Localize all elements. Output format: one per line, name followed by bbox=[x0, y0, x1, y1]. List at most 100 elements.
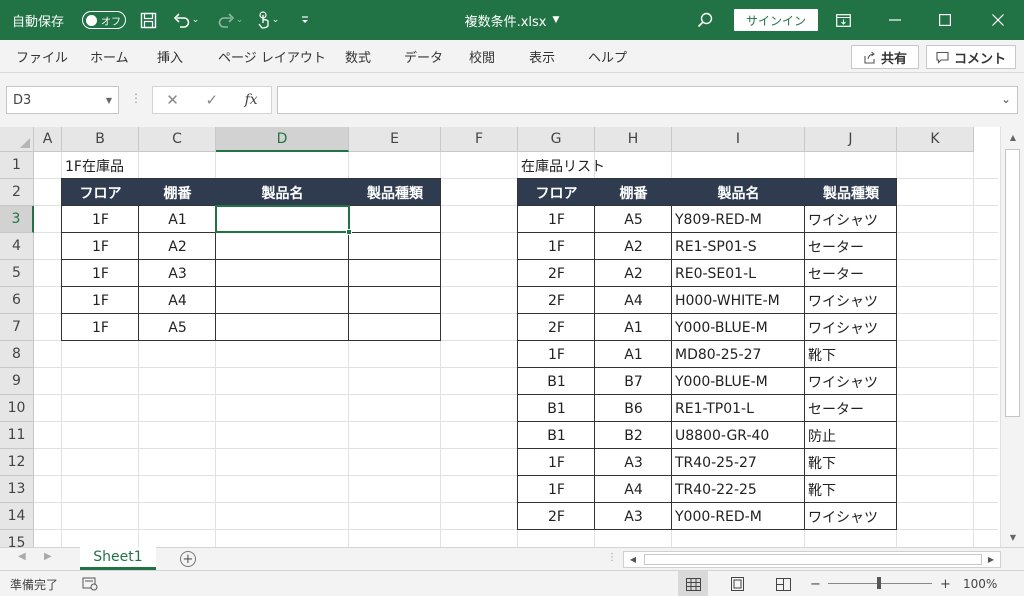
right-table-data-cell[interactable]: 2F bbox=[518, 503, 595, 530]
right-table-data-cell[interactable]: Y000-BLUE-M bbox=[672, 314, 805, 341]
right-table-data-cell[interactable]: 靴下 bbox=[805, 476, 897, 503]
select-all-corner[interactable] bbox=[0, 127, 34, 152]
right-table-header-cell[interactable]: 製品種類 bbox=[805, 179, 897, 206]
left-table-data-cell[interactable]: 1F bbox=[62, 287, 139, 314]
left-table-data-cell[interactable]: A3 bbox=[139, 260, 216, 287]
row-header-11[interactable]: 11 bbox=[0, 422, 34, 449]
right-table-data-cell[interactable]: ワイシャツ bbox=[805, 287, 897, 314]
row-header-2[interactable]: 2 bbox=[0, 179, 34, 206]
right-table-data-cell[interactable]: 靴下 bbox=[805, 341, 897, 368]
column-header-k[interactable]: K bbox=[897, 127, 974, 152]
left-table-header-cell[interactable]: 製品名 bbox=[216, 179, 349, 206]
tab-file[interactable]: ファイル bbox=[16, 40, 68, 73]
column-header-f[interactable]: F bbox=[441, 127, 518, 152]
zoom-slider-thumb[interactable] bbox=[877, 577, 881, 589]
right-table-data-cell[interactable]: A2 bbox=[595, 260, 672, 287]
row-header-3[interactable]: 3 bbox=[0, 206, 34, 233]
formula-bar-splitter-icon[interactable]: ⋮ bbox=[130, 91, 142, 105]
left-table-data-cell[interactable]: 1F bbox=[62, 233, 139, 260]
tab-home[interactable]: ホーム bbox=[90, 40, 129, 73]
redo-icon[interactable]: ⌄ bbox=[210, 0, 250, 40]
horizontal-scroll-thumb[interactable] bbox=[644, 554, 982, 565]
comment-button[interactable]: コメント bbox=[926, 45, 1016, 69]
normal-view-icon[interactable] bbox=[678, 571, 708, 596]
right-table-data-cell[interactable]: セーター bbox=[805, 233, 897, 260]
horizontal-scrollbar[interactable]: ◀ ▶ bbox=[623, 551, 1001, 568]
right-table-data-cell[interactable]: ワイシャツ bbox=[805, 206, 897, 233]
maximize-icon[interactable] bbox=[922, 0, 968, 40]
right-table-data-cell[interactable]: Y000-RED-M bbox=[672, 503, 805, 530]
right-table-data-cell[interactable]: B6 bbox=[595, 395, 672, 422]
zoom-out-icon[interactable]: − bbox=[810, 571, 821, 596]
right-table-data-cell[interactable]: 2F bbox=[518, 314, 595, 341]
right-table-header-cell[interactable]: フロア bbox=[518, 179, 595, 206]
right-table-header-cell[interactable]: 棚番 bbox=[595, 179, 672, 206]
right-table-data-cell[interactable]: TR40-22-25 bbox=[672, 476, 805, 503]
left-table-data-cell[interactable]: 1F bbox=[62, 314, 139, 341]
tab-formulas[interactable]: 数式 bbox=[345, 40, 371, 73]
scroll-left-icon[interactable]: ◀ bbox=[625, 552, 641, 567]
vertical-scrollbar[interactable]: ▲ ▼ bbox=[1000, 127, 1024, 547]
right-table-data-cell[interactable]: A1 bbox=[595, 341, 672, 368]
document-title-text[interactable]: 複数条件.xlsx bbox=[465, 11, 547, 30]
add-sheet-icon[interactable]: + bbox=[180, 551, 196, 567]
undo-icon[interactable]: ⌄ bbox=[166, 0, 206, 40]
right-table-data-cell[interactable]: MD80-25-27 bbox=[672, 341, 805, 368]
right-table-data-cell[interactable]: セーター bbox=[805, 395, 897, 422]
left-table-data-cell[interactable]: A4 bbox=[139, 287, 216, 314]
right-table-data-cell[interactable]: 1F bbox=[518, 233, 595, 260]
row-header-15[interactable]: 15 bbox=[0, 530, 34, 547]
right-table-data-cell[interactable]: 1F bbox=[518, 449, 595, 476]
right-table-data-cell[interactable]: RE0-SE01-L bbox=[672, 260, 805, 287]
cell-area[interactable]: 1F在庫品 フロア 棚番 製品名 製品種類 1F A1 1F A2 1F A3 1F A4 1F A5 在庫品… bbox=[34, 152, 998, 547]
ribbon-display-options-icon[interactable] bbox=[820, 0, 866, 40]
right-table-data-cell[interactable]: B1 bbox=[518, 422, 595, 449]
right-table-data-cell[interactable]: 2F bbox=[518, 287, 595, 314]
right-table-data-cell[interactable]: B7 bbox=[595, 368, 672, 395]
right-table-data-cell[interactable]: H000-WHITE-M bbox=[672, 287, 805, 314]
right-table-data-cell[interactable]: U8800-GR-40 bbox=[672, 422, 805, 449]
scroll-right-icon[interactable]: ▶ bbox=[983, 552, 999, 567]
row-header-5[interactable]: 5 bbox=[0, 260, 34, 287]
expand-formula-icon[interactable]: ⌄ bbox=[1001, 92, 1011, 106]
left-table-data-cell[interactable]: 1F bbox=[62, 260, 139, 287]
column-header-b[interactable]: B bbox=[62, 127, 139, 152]
column-header-d[interactable]: D bbox=[216, 127, 349, 152]
left-table-data-cell[interactable]: A2 bbox=[139, 233, 216, 260]
right-table-data-cell[interactable]: A1 bbox=[595, 314, 672, 341]
right-table-data-cell[interactable]: Y000-BLUE-M bbox=[672, 368, 805, 395]
left-table-header-cell[interactable]: 製品種類 bbox=[349, 179, 441, 206]
column-header-c[interactable]: C bbox=[139, 127, 216, 152]
formula-input[interactable]: ⌄ bbox=[277, 86, 1018, 114]
left-table-header-cell[interactable]: 棚番 bbox=[139, 179, 216, 206]
left-table-data-cell[interactable]: 1F bbox=[62, 206, 139, 233]
tab-data[interactable]: データ bbox=[404, 40, 443, 73]
right-table-data-cell[interactable]: 1F bbox=[518, 476, 595, 503]
share-button[interactable]: 共有 bbox=[851, 45, 919, 69]
name-box[interactable]: D3 ▼ bbox=[6, 86, 119, 114]
cancel-icon[interactable]: ✕ bbox=[166, 91, 179, 109]
left-table-data-cell[interactable] bbox=[216, 233, 349, 260]
chevron-down-icon[interactable]: ▼ bbox=[106, 96, 112, 105]
insert-function-icon[interactable]: fx bbox=[245, 92, 258, 108]
right-table-data-cell[interactable]: A2 bbox=[595, 233, 672, 260]
right-table-data-cell[interactable]: A4 bbox=[595, 287, 672, 314]
left-table-data-cell[interactable]: A5 bbox=[139, 314, 216, 341]
left-table-data-cell[interactable] bbox=[216, 314, 349, 341]
zoom-level[interactable]: 100% bbox=[963, 571, 997, 596]
row-header-12[interactable]: 12 bbox=[0, 449, 34, 476]
tab-review[interactable]: 校閲 bbox=[469, 40, 495, 73]
right-table-data-cell[interactable]: 2F bbox=[518, 260, 595, 287]
right-table-title[interactable]: 在庫品リスト bbox=[518, 152, 805, 179]
right-table-data-cell[interactable]: B1 bbox=[518, 368, 595, 395]
left-table-data-cell[interactable] bbox=[349, 206, 441, 233]
autosave-toggle[interactable]: オフ bbox=[82, 0, 126, 40]
customize-qat-icon[interactable] bbox=[292, 0, 318, 40]
sheet-tab-sheet1[interactable]: Sheet1 bbox=[80, 547, 156, 570]
column-header-e[interactable]: E bbox=[349, 127, 441, 152]
left-table-data-cell[interactable] bbox=[349, 314, 441, 341]
enter-check-icon[interactable]: ✓ bbox=[205, 91, 218, 109]
row-header-13[interactable]: 13 bbox=[0, 476, 34, 503]
right-table-header-cell[interactable]: 製品名 bbox=[672, 179, 805, 206]
left-table-data-cell[interactable] bbox=[349, 287, 441, 314]
